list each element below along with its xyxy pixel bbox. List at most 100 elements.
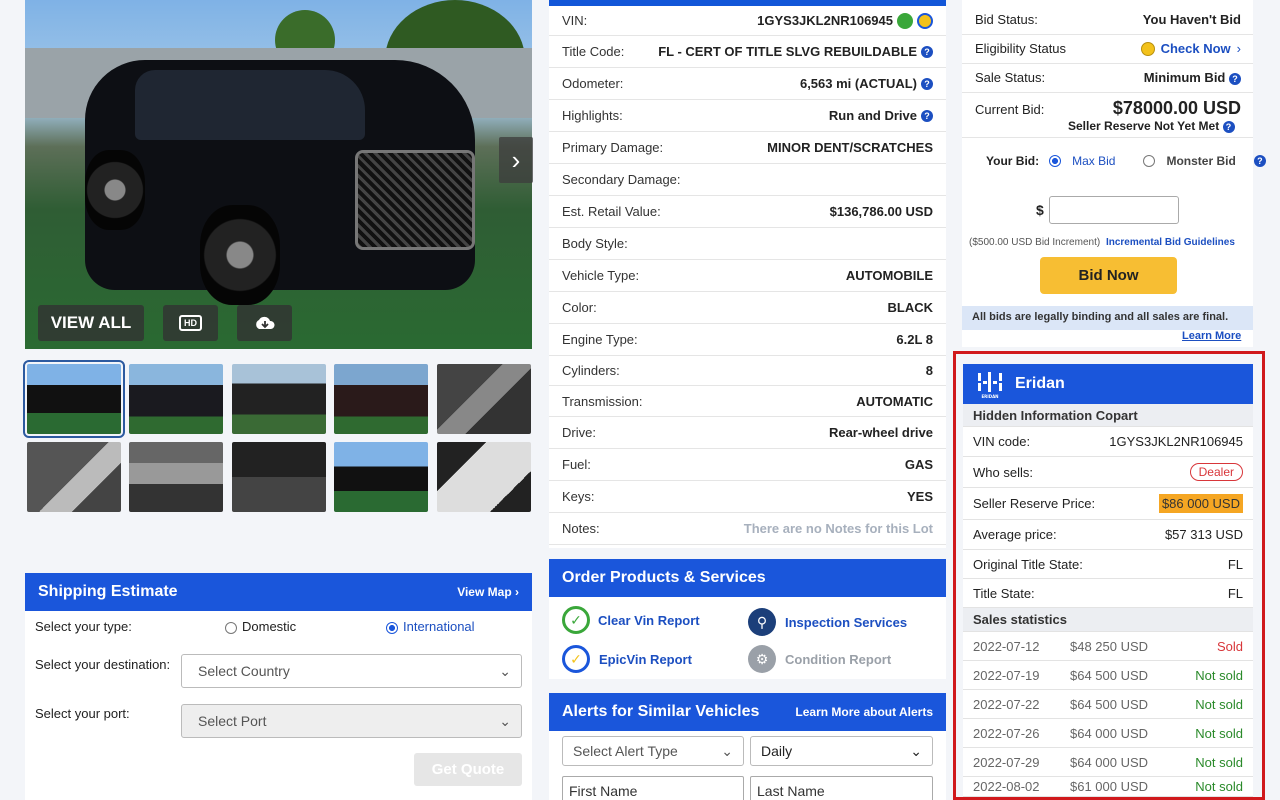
current-bid-row: Current Bid: $78000.00 USD [975, 98, 1241, 119]
clear-vin-link[interactable]: ✓ Clear Vin Report [562, 606, 700, 634]
monster-bid-radio[interactable] [1143, 155, 1156, 167]
thumbnail[interactable] [23, 360, 125, 438]
alerts-title: Alerts for Similar Vehicles [562, 703, 760, 720]
thumbnail[interactable] [129, 442, 223, 512]
sale-price: $64 000 USD [1070, 754, 1149, 770]
sale-date: 2022-07-19 [973, 667, 1040, 683]
max-bid-label[interactable]: Max Bid [1072, 154, 1115, 168]
help-icon[interactable]: ? [1253, 155, 1266, 167]
condition-report-link[interactable]: ⚙ Condition Report [748, 645, 891, 673]
epicvin-badge-icon [917, 12, 933, 29]
alert-frequency-select[interactable]: Daily ⌄ [750, 736, 933, 766]
sale-price: $64 000 USD [1070, 725, 1149, 741]
clear-vin-text: Clear Vin Report [598, 612, 700, 628]
detail-label: Primary Damage: [562, 140, 664, 155]
bid-status-value: You Haven't Bid [1142, 12, 1241, 27]
detail-value-text: 6,563 mi (ACTUAL) [799, 76, 917, 91]
detail-value-text: Rear-wheel drive [828, 425, 933, 440]
reserve-price-value: $86 000 USD [1158, 494, 1243, 513]
detail-row: Fuel: GAS [549, 449, 946, 481]
thumbnail[interactable] [334, 364, 428, 434]
detail-row: Drive: Rear-wheel drive [549, 417, 946, 449]
eridan-label: Average price: [973, 527, 1057, 542]
thumbnail[interactable] [27, 442, 121, 512]
help-icon[interactable]: ? [921, 109, 933, 122]
eridan-row-average: Average price: $57 313 USD [963, 520, 1253, 550]
first-name-input[interactable]: First Name [562, 776, 744, 800]
epicvin-link[interactable]: ✓ EpicVin Report [562, 645, 692, 673]
legal-note: All bids are legally binding and all sal… [962, 306, 1253, 330]
detail-value: Rear-wheel drive [829, 425, 933, 440]
verified-check-icon [897, 12, 913, 29]
alert-type-select[interactable]: Select Alert Type ⌄ [562, 736, 744, 766]
hidden-info-title: Hidden Information Copart [973, 407, 1138, 423]
international-option[interactable]: International [386, 619, 475, 634]
detail-row: Cylinders: 8 [549, 356, 946, 386]
detail-value: 6.2L 8 [896, 332, 933, 347]
international-label: International [403, 619, 475, 634]
country-select[interactable]: Select Country ⌄ [181, 654, 522, 688]
currency-symbol: $ [1036, 202, 1044, 218]
port-select[interactable]: Select Port ⌄ [181, 704, 522, 738]
main-vehicle-photo[interactable] [25, 0, 532, 349]
thumbnail[interactable] [437, 364, 531, 434]
detail-value-text: GAS [904, 457, 933, 472]
bid-now-button[interactable]: Bid Now [1040, 257, 1177, 294]
last-name-input[interactable]: Last Name [750, 776, 933, 800]
help-icon[interactable]: ? [1229, 73, 1241, 85]
detail-value: MINOR DENT/SCRATCHES [767, 140, 933, 155]
domestic-radio[interactable] [225, 621, 237, 634]
hd-button[interactable]: HD [163, 305, 218, 341]
bid-status-label: Bid Status: [975, 12, 1038, 27]
bid-guidelines-link[interactable]: Incremental Bid Guidelines [1106, 237, 1235, 248]
international-radio[interactable] [386, 621, 398, 634]
help-icon[interactable]: ? [921, 77, 933, 90]
view-map-link[interactable]: View Map › [457, 585, 519, 599]
download-button[interactable] [237, 305, 292, 341]
sale-status: Not sold [1195, 754, 1243, 770]
monster-bid-label[interactable]: Monster Bid [1166, 154, 1235, 168]
sale-date: 2022-07-12 [973, 638, 1040, 654]
detail-label: Fuel: [562, 457, 591, 472]
port-label: Select your port: [35, 706, 130, 721]
chevron-right-icon: › [1236, 41, 1241, 56]
help-icon[interactable]: ? [921, 45, 933, 58]
detail-row: Est. Retail Value: $136,786.00 USD [549, 196, 946, 228]
detail-value-text: BLACK [887, 300, 934, 315]
learn-more-link[interactable]: Learn More [1182, 330, 1241, 342]
detail-label: Odometer: [562, 76, 624, 91]
epicvin-icon: ✓ [562, 645, 590, 673]
eridan-row-original-title-state: Original Title State: FL [963, 550, 1253, 579]
eligibility-label: Eligibility Status [975, 41, 1067, 56]
thumbnail[interactable] [437, 442, 531, 512]
detail-row: Secondary Damage: [549, 164, 946, 196]
max-bid-radio[interactable] [1049, 155, 1062, 167]
sale-status-row: Sale Status: Minimum Bid ? [975, 70, 1241, 85]
sales-row: 2022-07-12 $48 250 USD Sold [963, 632, 1253, 661]
eridan-row-reserve: Seller Reserve Price: $86 000 USD [963, 488, 1253, 520]
domestic-option[interactable]: Domestic [225, 619, 296, 634]
thumbnail[interactable] [232, 442, 326, 512]
detail-label: Drive: [562, 425, 596, 440]
bid-amount-input[interactable] [1049, 196, 1179, 224]
get-quote-button[interactable]: Get Quote [414, 753, 522, 786]
view-all-photos-button[interactable]: VIEW ALL [38, 305, 144, 341]
detail-value-text: AUTOMATIC [856, 393, 933, 409]
dealer-badge: Dealer [1189, 463, 1243, 481]
help-icon[interactable]: ? [1222, 121, 1235, 133]
check-now-link[interactable]: Check Now [1161, 41, 1231, 56]
sale-date: 2022-07-29 [973, 754, 1040, 770]
thumbnail[interactable] [129, 364, 223, 434]
detail-row: Engine Type: 6.2L 8 [549, 324, 946, 356]
inspection-link[interactable]: ⚲ Inspection Services [748, 608, 907, 636]
thumbnail[interactable] [232, 364, 326, 434]
type-label: Select your type: [35, 619, 132, 634]
learn-more-alerts-link[interactable]: Learn More about Alerts [795, 705, 933, 719]
next-photo-button[interactable]: › [499, 137, 533, 183]
sale-status: Not sold [1195, 725, 1243, 741]
status-dot-icon [1140, 41, 1155, 56]
thumbnail[interactable] [334, 442, 428, 512]
shipping-header: Shipping Estimate View Map › [25, 573, 532, 611]
country-select-value: Select Country [198, 663, 290, 679]
eridan-value: 1GYS3JKL2NR106945 [1109, 434, 1243, 449]
